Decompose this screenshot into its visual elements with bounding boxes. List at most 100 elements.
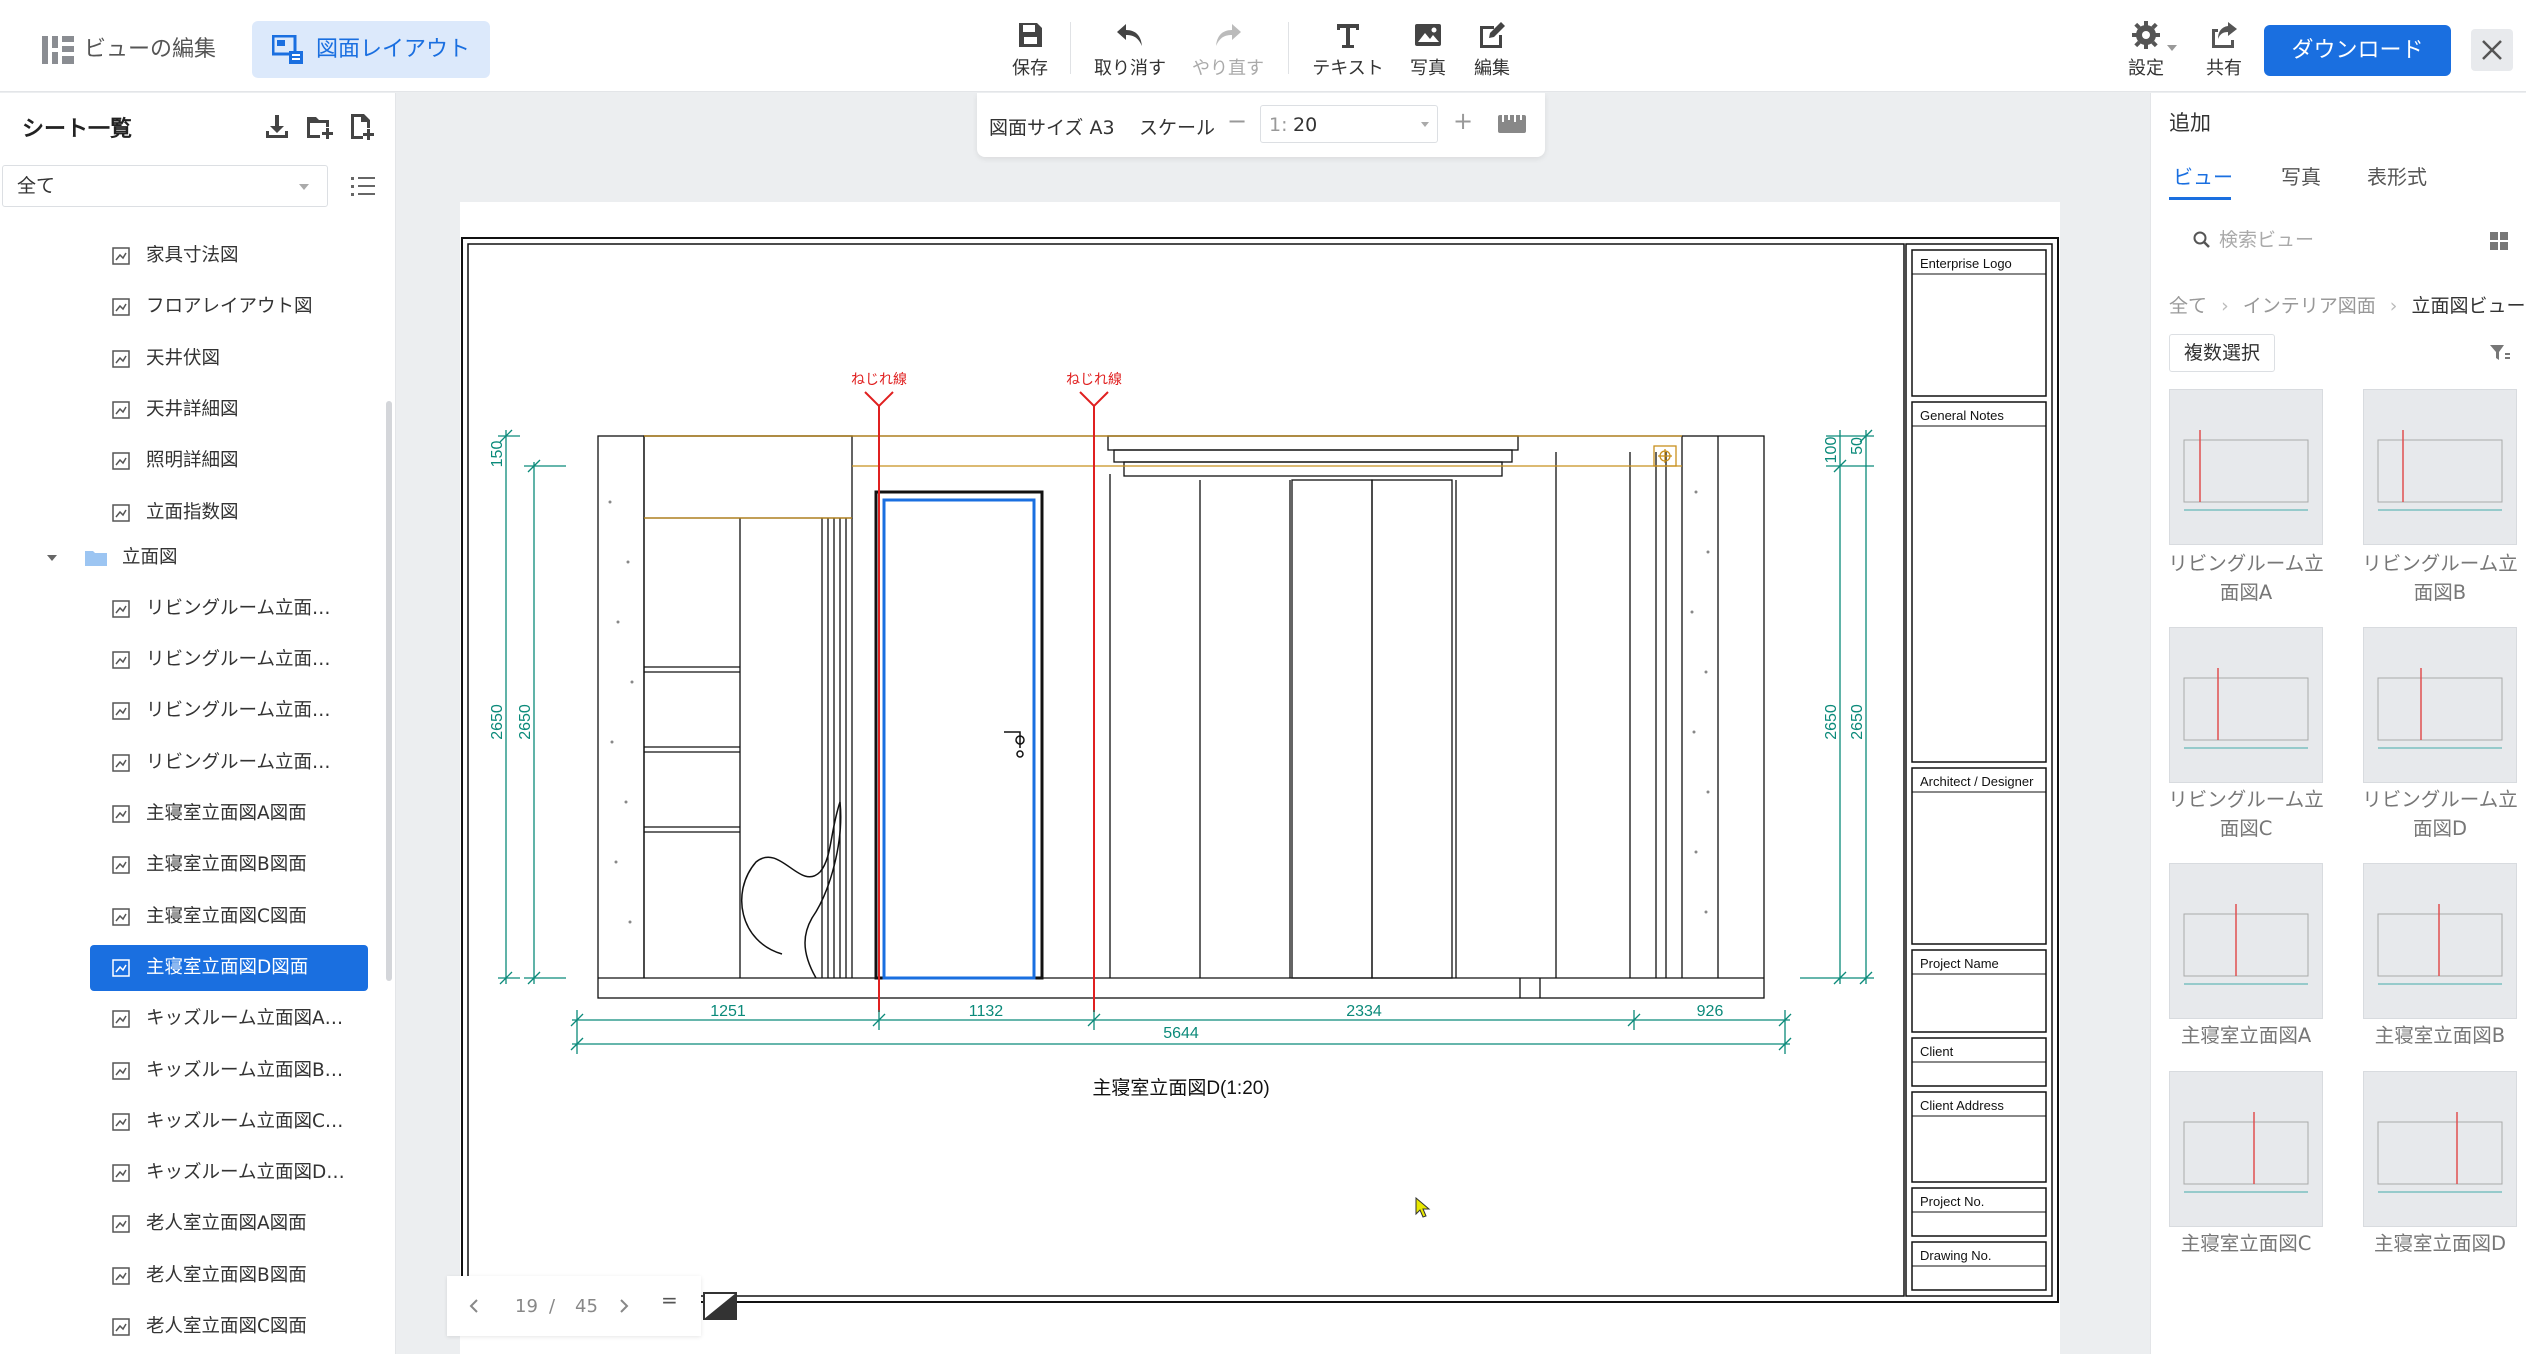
dim-bottom-2: 1132 <box>969 1003 1004 1020</box>
view-thumbnail[interactable] <box>2169 1071 2323 1227</box>
thumb-label-line: 面図D <box>2412 817 2467 840</box>
sidebar-scrollbar[interactable] <box>386 401 392 981</box>
scale-label: スケール <box>1139 117 1216 139</box>
drawing-layout-tab[interactable]: 図面レイアウト <box>252 21 490 78</box>
chevron-right-icon[interactable] <box>619 1298 629 1314</box>
save-button[interactable]: 保存 <box>1006 20 1054 80</box>
sidebar-sheet-item[interactable]: 天井伏図 <box>90 336 368 382</box>
sidebar-sheet-item[interactable]: 老人室立面図B図面 <box>90 1253 368 1299</box>
dim-right-inner: 2650 <box>1823 704 1840 740</box>
break-line-label: ねじれ線 <box>851 371 907 387</box>
sidebar-sheet-item[interactable]: 老人室立面図C図面 <box>90 1304 368 1350</box>
page-navigator: 19 / 45 = <box>447 1276 701 1336</box>
import-icon[interactable] <box>262 111 292 141</box>
thumb-label-line: 面図B <box>2413 581 2467 604</box>
filter-icon[interactable] <box>2489 343 2511 363</box>
ruler-icon[interactable] <box>1497 111 1527 137</box>
sidebar-sheet-item[interactable]: 主寝室立面図B図面 <box>90 842 368 888</box>
download-button[interactable]: ダウンロード <box>2264 25 2451 76</box>
sheet-icon <box>112 1164 130 1182</box>
view-thumbnail[interactable] <box>2169 627 2323 783</box>
view-thumbnail[interactable] <box>2363 389 2517 545</box>
dim-bottom-1: 1251 <box>710 1003 746 1020</box>
text-icon <box>1337 24 1359 48</box>
sidebar-sheet-item[interactable]: キッズルーム立面図B… <box>90 1048 368 1094</box>
view-thumbnail[interactable] <box>2363 1071 2517 1227</box>
text-button[interactable]: テキスト <box>1308 20 1388 80</box>
sidebar-sheet-item[interactable]: 照明詳細図 <box>90 438 368 484</box>
page-total: 45 <box>575 1296 598 1317</box>
scale-prefix: 1: <box>1269 114 1288 136</box>
tab-views[interactable]: ビュー <box>2173 161 2233 190</box>
settings-button[interactable]: 設定 <box>2120 20 2172 80</box>
sheet-item-label: 照明詳細図 <box>146 450 239 472</box>
scale-minus-button[interactable]: − <box>1227 107 1247 135</box>
close-button[interactable] <box>2471 29 2513 71</box>
view-thumbnail-label: リビングルーム立 面図B <box>2347 549 2526 607</box>
scale-plus-button[interactable]: + <box>1453 107 1473 135</box>
sidebar-sheet-item[interactable]: 老人室立面図A図面 <box>90 1201 368 1247</box>
edit-button[interactable]: 編集 <box>1468 20 1516 80</box>
contrast-toggle-icon[interactable] <box>703 1292 737 1320</box>
view-thumbnail[interactable] <box>2169 863 2323 1019</box>
sheet-item-label: 老人室立面図B図面 <box>146 1264 307 1286</box>
sidebar-sheet-item[interactable]: 主寝室立面図A図面 <box>90 791 368 837</box>
mouse-cursor-icon <box>1415 1197 1431 1218</box>
drawing-canvas[interactable]: 図面サイズ A3 スケール − 1: 20 + Enterprise Logo … <box>397 93 2149 1354</box>
view-thumbnail-label: リビングルーム立 面図A <box>2153 549 2339 607</box>
sidebar-sheet-item[interactable]: 立面指数図 <box>90 490 368 536</box>
sheet-icon <box>112 1010 130 1028</box>
sidebar-sheet-item[interactable]: リビングルーム立面… <box>90 586 368 632</box>
sheet-filter-select[interactable]: 全て <box>2 165 328 207</box>
dim-bottom-total: 5644 <box>1163 1025 1199 1042</box>
sidebar-folder-elevations[interactable]: 立面図 <box>40 535 340 581</box>
sidebar-sheet-item[interactable]: キッズルーム立面図C… <box>90 1099 368 1145</box>
view-thumbnail[interactable] <box>2363 863 2517 1019</box>
title-block-architect: Architect / Designer <box>1920 774 2034 789</box>
new-sheet-icon[interactable] <box>346 111 376 141</box>
drawing-layout-label: 図面レイアウト <box>316 37 471 62</box>
sheet-item-label: 主寝室立面図B図面 <box>146 854 307 876</box>
undo-button[interactable]: 取り消す <box>1090 20 1170 80</box>
sidebar-sheet-item[interactable]: フロアレイアウト図 <box>90 284 368 330</box>
breadcrumb-all[interactable]: 全て <box>2169 295 2207 317</box>
view-thumbnail[interactable] <box>2169 389 2323 545</box>
chevron-left-icon[interactable] <box>469 1298 479 1314</box>
sidebar-sheet-item[interactable]: リビングルーム立面… <box>90 740 368 786</box>
multi-select-button[interactable]: 複数選択 <box>2169 334 2275 372</box>
tab-photos[interactable]: 写真 <box>2281 161 2321 190</box>
sidebar-sheet-item[interactable]: 主寝室立面図C図面 <box>90 894 368 940</box>
sheet-item-label: リビングルーム立面… <box>146 597 331 619</box>
scale-select[interactable]: 1: 20 <box>1260 105 1438 143</box>
sidebar-sheet-item[interactable]: 天井詳細図 <box>90 387 368 433</box>
photo-button[interactable]: 写真 <box>1404 20 1452 80</box>
chevron-down-icon <box>299 184 309 190</box>
sidebar-sheet-item[interactable]: リビングルーム立面… <box>90 637 368 683</box>
sidebar-sheet-item[interactable]: キッズルーム立面図A… <box>90 996 368 1042</box>
sheet-icon <box>112 651 130 669</box>
save-label: 保存 <box>1012 58 1048 79</box>
sidebar-sheet-item[interactable]: キッズルーム立面図D… <box>90 1150 368 1196</box>
list-view-icon[interactable] <box>350 173 376 199</box>
sidebar-sheet-item[interactable]: 主寝室立面図D図面 <box>90 944 368 991</box>
edit-view-tab[interactable]: ビューの編集 <box>84 32 216 68</box>
sidebar-sheet-item[interactable]: リビングルーム立面… <box>90 688 368 734</box>
redo-button[interactable]: やり直す <box>1188 20 1268 80</box>
sheet-size-label[interactable]: 図面サイズ A3 <box>989 113 1115 140</box>
dim-right-50: 50 <box>1849 437 1866 455</box>
grid-view-icon[interactable] <box>2489 231 2509 251</box>
share-button[interactable]: 共有 <box>2200 20 2248 80</box>
thumbnail-preview <box>2183 1112 2309 1193</box>
breadcrumb-interior[interactable]: インテリア図面 <box>2243 295 2376 317</box>
sidebar-sheet-item[interactable]: 家具寸法図 <box>90 233 368 279</box>
text-label: テキスト <box>1312 58 1384 79</box>
tab-tables[interactable]: 表形式 <box>2367 161 2427 190</box>
layout-icon <box>272 35 303 64</box>
sheet-item-label: キッズルーム立面図A… <box>146 1008 344 1030</box>
view-search-input[interactable]: 検索ビュー <box>2169 215 2519 265</box>
title-block-enterprise-logo: Enterprise Logo <box>1920 256 2012 271</box>
thumb-label-line: リビングルーム立 <box>2362 552 2518 575</box>
chevron-down-icon[interactable] <box>2166 44 2178 52</box>
view-thumbnail[interactable] <box>2363 627 2517 783</box>
new-folder-icon[interactable] <box>304 111 334 141</box>
